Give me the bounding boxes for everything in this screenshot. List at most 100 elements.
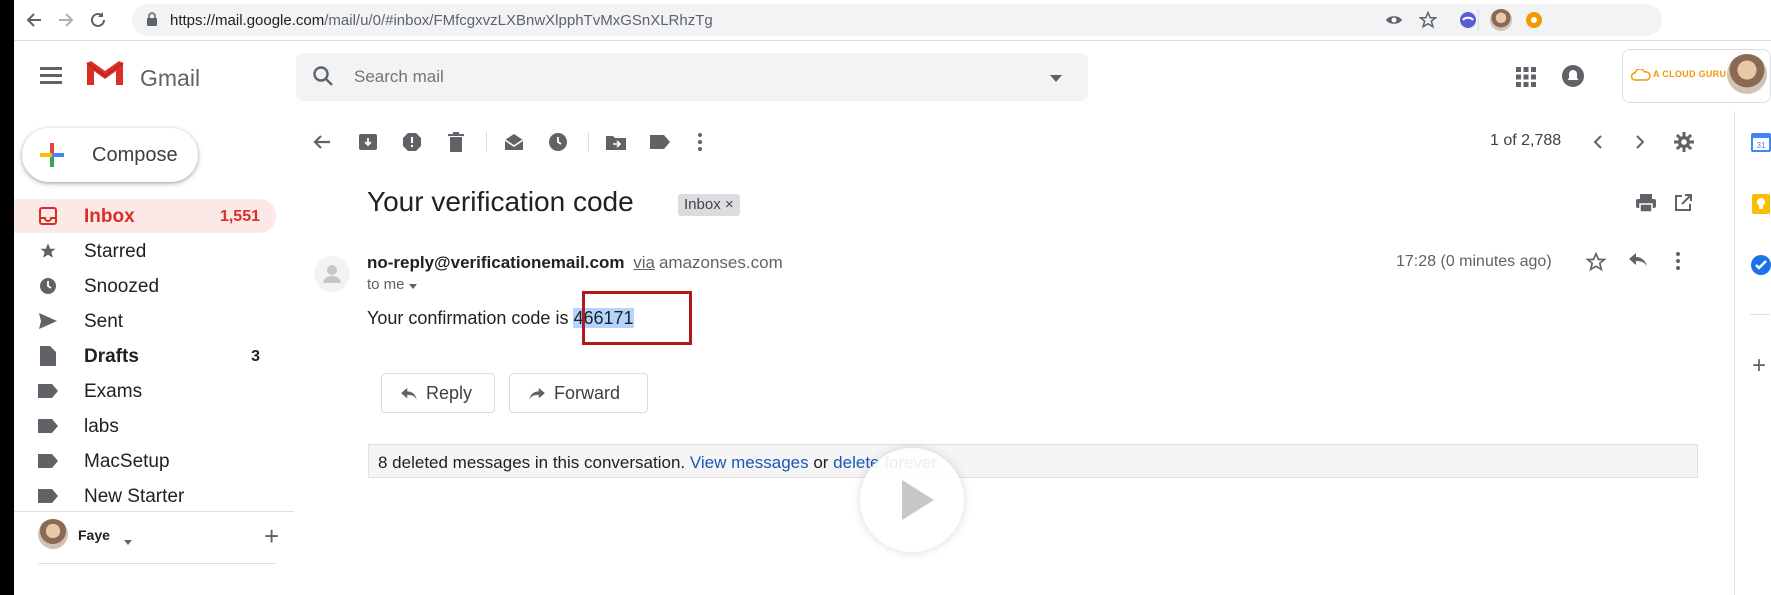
gmail-header: Gmail A CLO xyxy=(14,41,1771,111)
url-text[interactable]: https://mail.google.com/mail/u/0/#inbox/… xyxy=(170,12,713,29)
bookmark-star-icon[interactable] xyxy=(1416,8,1440,32)
play-button[interactable] xyxy=(860,448,964,552)
older-chevron-icon[interactable] xyxy=(1628,130,1652,154)
compose-button[interactable]: Compose xyxy=(22,128,198,182)
sidebar-item-macsetup[interactable]: MacSetup xyxy=(14,444,276,478)
via-domain: amazonses.com xyxy=(658,253,783,272)
sender-email[interactable]: no-reply@verificationemail.com xyxy=(367,253,624,272)
newer-chevron-icon[interactable] xyxy=(1586,130,1610,154)
gmail-logo-icon[interactable] xyxy=(85,59,125,94)
sidebar: Compose Inbox 1,551 Starred Snoozed Sent… xyxy=(14,111,294,595)
toolbar-divider xyxy=(1478,10,1479,30)
clock-icon xyxy=(38,276,58,296)
org-name: A CLOUD GURU xyxy=(1653,69,1727,79)
message-subject: Your verification code xyxy=(367,186,634,217)
account-switcher[interactable]: A CLOUD GURU xyxy=(1622,49,1771,103)
compose-plus-icon xyxy=(38,141,66,174)
recipient-toggle[interactable]: to me xyxy=(367,276,417,293)
sidebar-item-exams[interactable]: Exams xyxy=(14,374,276,408)
archive-icon[interactable] xyxy=(356,130,380,154)
play-icon xyxy=(902,480,934,520)
star-icon xyxy=(38,241,58,261)
star-message-icon[interactable] xyxy=(1585,251,1607,277)
more-options-icon[interactable] xyxy=(688,130,712,154)
main-menu-icon[interactable] xyxy=(40,63,66,89)
search-box[interactable] xyxy=(296,53,1088,101)
draft-count: 3 xyxy=(251,348,260,365)
add-contact-icon[interactable]: + xyxy=(264,521,279,552)
open-new-window-icon[interactable] xyxy=(1674,194,1692,217)
move-to-icon[interactable] xyxy=(604,130,628,154)
sidebar-item-label: Snoozed xyxy=(84,276,160,297)
apps-grid-icon[interactable] xyxy=(1516,67,1536,92)
sidebar-item-label: Drafts xyxy=(84,346,139,367)
sidebar-item-label: Exams xyxy=(84,381,143,402)
sidebar-item-starred[interactable]: Starred xyxy=(14,234,276,268)
sidebar-item-inbox[interactable]: Inbox 1,551 xyxy=(14,199,276,233)
sidebar-item-snoozed[interactable]: Snoozed xyxy=(14,269,276,303)
print-icon[interactable] xyxy=(1636,194,1656,217)
label-icon xyxy=(38,381,58,401)
body-text: Your confirmation code is xyxy=(367,308,574,328)
url-host: https://mail.google.com xyxy=(170,12,325,29)
forward-button[interactable]: Forward xyxy=(509,373,648,413)
view-messages-link[interactable]: View messages xyxy=(690,453,809,472)
reload-icon[interactable] xyxy=(86,8,110,32)
sidebar-item-new-starter[interactable]: New Starter xyxy=(14,479,276,513)
side-panel-divider xyxy=(1734,111,1735,595)
report-spam-icon[interactable] xyxy=(400,130,424,154)
sidebar-item-label: labs xyxy=(84,416,119,437)
get-addons-plus-icon[interactable]: + xyxy=(1752,352,1766,380)
delete-icon[interactable] xyxy=(444,130,468,154)
deleted-messages-bar: 8 deleted messages in this conversation.… xyxy=(368,444,1698,478)
search-input[interactable] xyxy=(352,66,1006,88)
toolbar-divider xyxy=(486,132,487,152)
search-options-caret-icon[interactable] xyxy=(1050,70,1062,88)
sidebar-item-label: New Starter xyxy=(84,486,185,507)
labels-icon[interactable] xyxy=(648,130,672,154)
forward-icon xyxy=(528,385,546,406)
mark-unread-icon[interactable] xyxy=(502,130,526,154)
gmail-wordmark[interactable]: Gmail xyxy=(140,65,200,92)
back-to-inbox-icon[interactable] xyxy=(310,130,334,154)
settings-gear-icon[interactable] xyxy=(1672,130,1696,154)
message-toolbar: 1 of 2,788 xyxy=(310,122,1710,162)
profile-avatar[interactable] xyxy=(1490,9,1512,31)
reply-icon[interactable] xyxy=(1628,252,1648,273)
message-more-icon[interactable] xyxy=(1676,252,1680,275)
browser-toolbar: https://mail.google.com/mail/u/0/#inbox/… xyxy=(14,0,1771,41)
draft-icon xyxy=(38,346,58,366)
notifications-icon[interactable] xyxy=(1562,65,1584,87)
label-icon xyxy=(38,416,58,436)
extension-orange-icon[interactable] xyxy=(1522,8,1546,32)
sidebar-item-labs[interactable]: labs xyxy=(14,409,276,443)
side-panel-separator xyxy=(1750,314,1770,315)
reply-button[interactable]: Reply xyxy=(381,373,495,413)
url-path: /mail/u/0/#inbox/FMfcgxvzLXBnwXlpphTvMxG… xyxy=(324,12,713,29)
compose-label: Compose xyxy=(92,144,178,166)
back-arrow-icon[interactable] xyxy=(22,8,46,32)
or-text: or xyxy=(808,453,834,472)
search-icon[interactable] xyxy=(312,65,334,92)
via-link[interactable]: via xyxy=(633,253,655,272)
extension-icon[interactable] xyxy=(1456,8,1480,32)
tasks-icon[interactable] xyxy=(1750,254,1771,276)
keep-icon[interactable] xyxy=(1750,193,1771,215)
inbox-icon xyxy=(38,206,58,226)
message-timestamp: 17:28 (0 minutes ago) xyxy=(1396,253,1552,270)
snooze-icon[interactable] xyxy=(546,130,570,154)
sidebar-item-drafts[interactable]: Drafts 3 xyxy=(14,339,276,373)
reply-icon xyxy=(400,385,418,406)
account-avatar[interactable] xyxy=(1727,54,1767,94)
sidebar-item-sent[interactable]: Sent xyxy=(14,304,276,338)
eye-icon[interactable] xyxy=(1382,8,1406,32)
hangouts-user-name[interactable]: Faye xyxy=(78,527,110,543)
sender-avatar[interactable] xyxy=(314,256,350,292)
chevron-down-icon[interactable] xyxy=(124,532,132,550)
inbox-label-chip[interactable]: Inbox × xyxy=(678,194,740,216)
forward-arrow-icon[interactable] xyxy=(54,8,78,32)
calendar-icon[interactable]: 31 xyxy=(1750,131,1771,153)
sidebar-item-label: Starred xyxy=(84,241,147,262)
sidebar-divider xyxy=(14,511,294,512)
avatar[interactable] xyxy=(38,519,68,549)
